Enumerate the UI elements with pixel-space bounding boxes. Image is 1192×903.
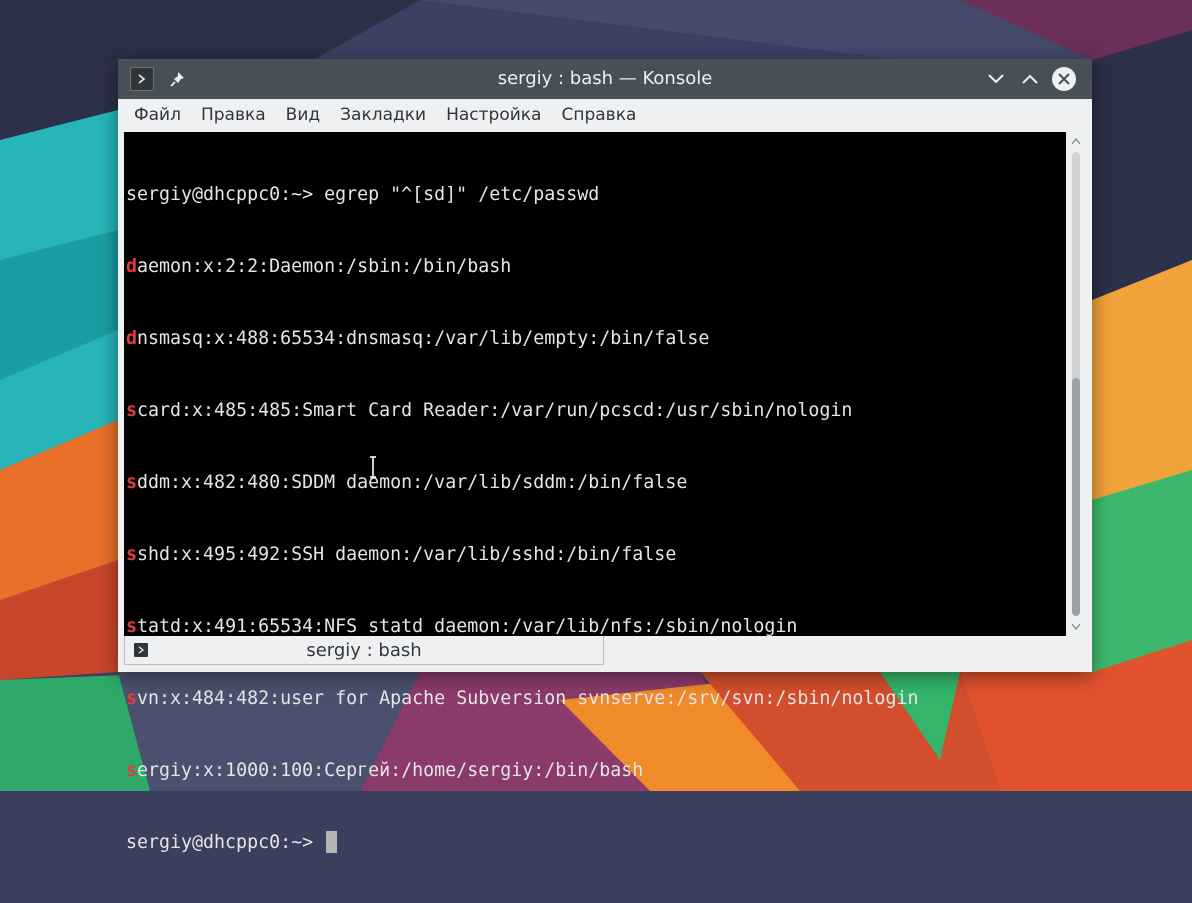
line-text: aemon:x:2:2:Daemon:/sbin:/bin/bash — [137, 256, 512, 277]
match-highlight: s — [126, 400, 138, 421]
match-highlight: d — [126, 256, 138, 277]
chevron-up-icon[interactable] — [1018, 67, 1042, 91]
match-highlight: s — [126, 760, 138, 781]
line-text: shd:x:495:492:SSH daemon:/var/lib/sshd:/… — [137, 544, 677, 565]
tab-session[interactable]: sergiy : bash — [124, 636, 604, 665]
menu-help[interactable]: Справка — [551, 99, 646, 132]
menu-view[interactable]: Вид — [276, 99, 330, 132]
tab-bar: sergiy : bash — [118, 636, 1092, 672]
line-text: ddm:x:482:480:SDDM daemon:/var/lib/sddm:… — [137, 472, 688, 493]
window-title: sergiy : bash — Konsole — [497, 68, 713, 89]
terminal-line: sergiy@dhcppc0:~> egrep "^[sd]" /etc/pas… — [126, 183, 918, 207]
match-highlight: s — [126, 616, 138, 637]
menu-bookmarks[interactable]: Закладки — [330, 99, 436, 132]
line-text: card:x:485:485:Smart Card Reader:/var/ru… — [137, 400, 853, 421]
terminal-line: sddm:x:482:480:SDDM daemon:/var/lib/sddm… — [126, 471, 918, 495]
scroll-down-icon[interactable] — [1070, 622, 1082, 632]
scrollbar-thumb[interactable] — [1072, 378, 1080, 616]
menu-edit[interactable]: Правка — [191, 99, 276, 132]
ibeam-cursor-icon — [370, 456, 376, 478]
terminal-line: sergiy:x:1000:100:Сергей:/home/sergiy:/b… — [126, 759, 918, 783]
terminal-line: svn:x:484:482:user for Apache Subversion… — [126, 687, 918, 711]
menu-file[interactable]: Файл — [124, 99, 191, 132]
text-cursor — [326, 831, 338, 853]
match-highlight: d — [126, 328, 138, 349]
line-text: sergiy@dhcppc0:~> egrep "^[sd]" /etc/pas… — [126, 184, 600, 205]
terminal-line: sshd:x:495:492:SSH daemon:/var/lib/sshd:… — [126, 543, 918, 567]
terminal-line: dnsmasq:x:488:65534:dnsmasq:/var/lib/emp… — [126, 327, 918, 351]
line-text: nsmasq:x:488:65534:dnsmasq:/var/lib/empt… — [137, 328, 710, 349]
line-text: tatd:x:491:65534:NFS statd daemon:/var/l… — [137, 616, 798, 637]
close-icon[interactable] — [1052, 67, 1076, 91]
scroll-up-icon[interactable] — [1070, 136, 1082, 146]
terminal-line: daemon:x:2:2:Daemon:/sbin:/bin/bash — [126, 255, 918, 279]
line-text: ergiy:x:1000:100:Сергей:/home/sergiy:/bi… — [137, 760, 644, 781]
match-highlight: s — [126, 544, 138, 565]
tab-label: sergiy : bash — [306, 640, 422, 661]
vertical-scrollbar[interactable] — [1066, 132, 1086, 636]
terminal-output[interactable]: sergiy@dhcppc0:~> egrep "^[sd]" /etc/pas… — [124, 132, 1066, 853]
terminal-line: scard:x:485:485:Smart Card Reader:/var/r… — [126, 399, 918, 423]
terminal-prompt-line[interactable]: sergiy@dhcppc0:~> — [126, 831, 918, 855]
konsole-window: sergiy : bash — Konsole Файл Правка Вид … — [118, 59, 1092, 853]
title-bar[interactable]: sergiy : bash — Konsole — [118, 59, 1092, 99]
menu-bar: Файл Правка Вид Закладки Настройка Справ… — [118, 99, 1092, 132]
chevron-down-icon[interactable] — [984, 67, 1008, 91]
line-text: vn:x:484:482:user for Apache Subversion … — [137, 688, 919, 709]
match-highlight: s — [126, 472, 138, 493]
prompt-text: sergiy@dhcppc0:~> — [126, 832, 325, 853]
menu-settings[interactable]: Настройка — [436, 99, 551, 132]
match-highlight: s — [126, 688, 138, 709]
